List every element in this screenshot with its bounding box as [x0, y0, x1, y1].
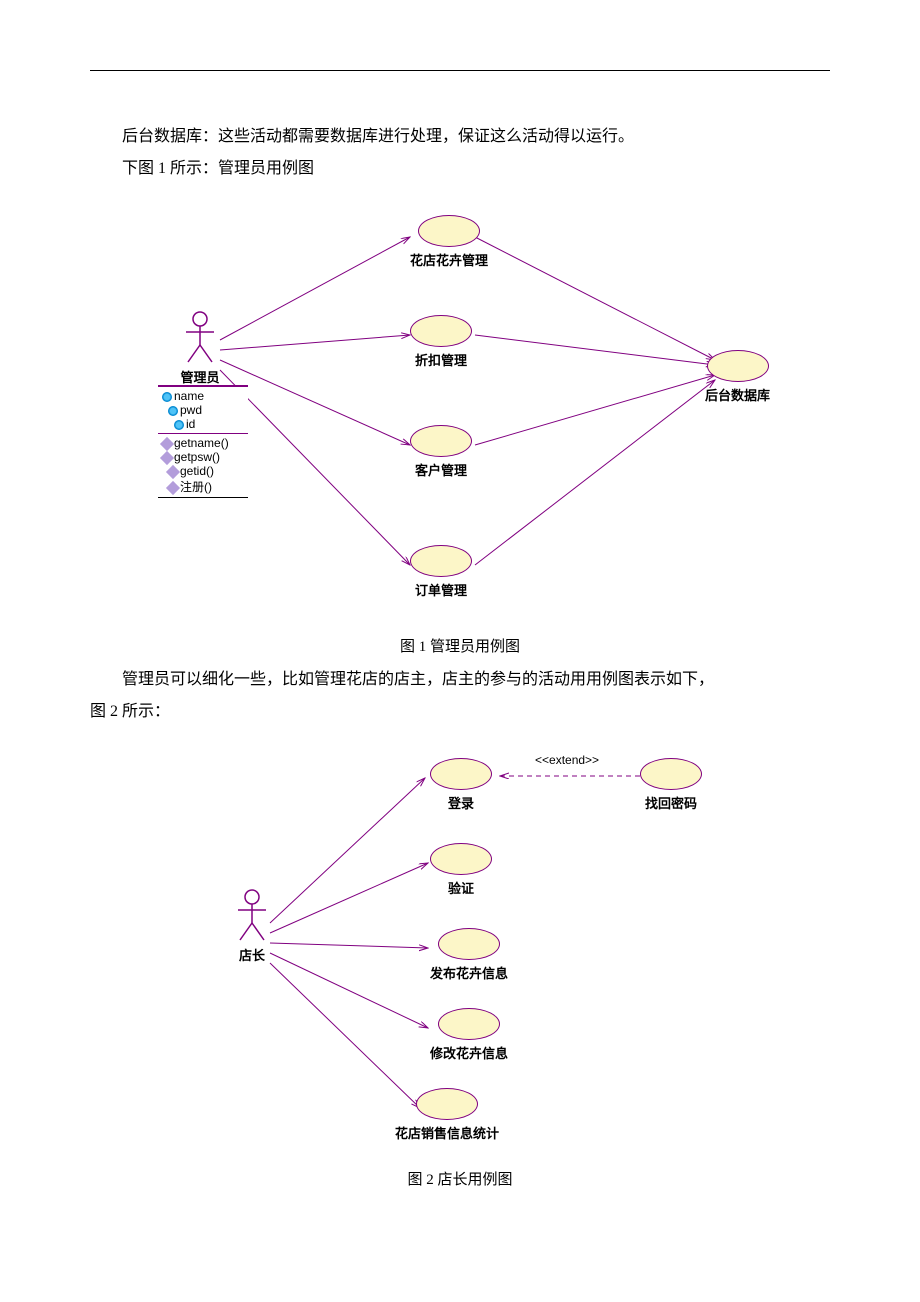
stick-figure-icon — [180, 310, 220, 365]
attribute-icon — [174, 420, 184, 430]
ellipse-icon — [410, 545, 472, 577]
usecase-publish-flower: 发布花卉信息 — [430, 928, 508, 982]
actor-admin-label: 管理员 — [180, 367, 220, 386]
ellipse-icon — [438, 1008, 500, 1040]
paragraph-3-line2: 图 2 所示： — [90, 696, 830, 728]
operation-icon — [160, 437, 174, 451]
actor-admin: 管理员 — [180, 310, 220, 386]
usecase-label: 登录 — [430, 793, 492, 812]
op-getname: getname() — [174, 436, 229, 450]
ellipse-icon — [430, 758, 492, 790]
ellipse-icon — [438, 928, 500, 960]
usecase-customer-mgmt: 客户管理 — [410, 425, 472, 479]
usecase-flower-mgmt: 花店花卉管理 — [410, 215, 488, 269]
ellipse-icon — [410, 425, 472, 457]
paragraph-1: 后台数据库：这些活动都需要数据库进行处理，保证这么活动得以运行。 — [90, 121, 830, 153]
attr-pwd: pwd — [180, 403, 202, 417]
diagram-admin-usecase: 管理员 name pwd id getname() getpsw() getid… — [140, 195, 780, 625]
ellipse-icon — [416, 1088, 478, 1120]
classbox-attributes: name pwd id — [158, 386, 248, 433]
usecase-label: 折扣管理 — [410, 350, 472, 369]
attribute-icon — [162, 392, 172, 402]
figure-1-caption: 图 1 管理员用例图 — [90, 635, 830, 656]
ellipse-icon — [410, 315, 472, 347]
attribute-icon — [168, 406, 178, 416]
usecase-recover-password: 找回密码 — [640, 758, 702, 812]
usecase-label: 花店销售信息统计 — [395, 1123, 499, 1142]
usecase-modify-flower: 修改花卉信息 — [430, 1008, 508, 1062]
op-getid: getid() — [180, 464, 214, 478]
usecase-database: 后台数据库 — [705, 350, 770, 404]
usecase-label: 修改花卉信息 — [430, 1043, 508, 1062]
diagram-manager-usecase: 店长 <<extend>> 登录 找回密码 验证 发布花卉信息 修改花卉信息 花… — [200, 738, 760, 1158]
ellipse-icon — [418, 215, 480, 247]
operation-icon — [166, 481, 180, 495]
paragraph-2: 下图 1 所示：管理员用例图 — [90, 153, 830, 185]
operation-icon — [166, 465, 180, 479]
operation-icon — [160, 451, 174, 465]
classbox-operations: getname() getpsw() getid() 注册() — [158, 433, 248, 497]
usecase-label: 客户管理 — [410, 460, 472, 479]
actor-manager-label: 店长 — [232, 945, 272, 964]
usecase-label: 验证 — [430, 878, 492, 897]
usecase-label: 后台数据库 — [705, 385, 770, 404]
ellipse-icon — [707, 350, 769, 382]
usecase-label: 花店花卉管理 — [410, 250, 488, 269]
figure-2-caption: 图 2 店长用例图 — [90, 1168, 830, 1189]
ellipse-icon — [640, 758, 702, 790]
attr-name: name — [174, 389, 204, 403]
paragraph-3-line1: 管理员可以细化一些，比如管理花店的店主，店主的参与的活动用用例图表示如下， — [90, 664, 830, 696]
stick-figure-icon — [232, 888, 272, 943]
ellipse-icon — [430, 843, 492, 875]
usecase-login: 登录 — [430, 758, 492, 812]
usecase-label: 发布花卉信息 — [430, 963, 508, 982]
horizontal-rule — [90, 70, 830, 71]
usecase-verify: 验证 — [430, 843, 492, 897]
usecase-sales-stats: 花店销售信息统计 — [395, 1088, 499, 1142]
usecase-label: 订单管理 — [410, 580, 472, 599]
usecase-order-mgmt: 订单管理 — [410, 545, 472, 599]
usecase-discount-mgmt: 折扣管理 — [410, 315, 472, 369]
extend-stereotype: <<extend>> — [535, 753, 599, 767]
attr-id: id — [186, 417, 195, 431]
actor-manager: 店长 — [232, 888, 272, 964]
op-getpsw: getpsw() — [174, 450, 220, 464]
usecase-label: 找回密码 — [640, 793, 702, 812]
actor-classbox: name pwd id getname() getpsw() getid() 注… — [158, 385, 248, 498]
op-register: 注册() — [180, 480, 212, 494]
